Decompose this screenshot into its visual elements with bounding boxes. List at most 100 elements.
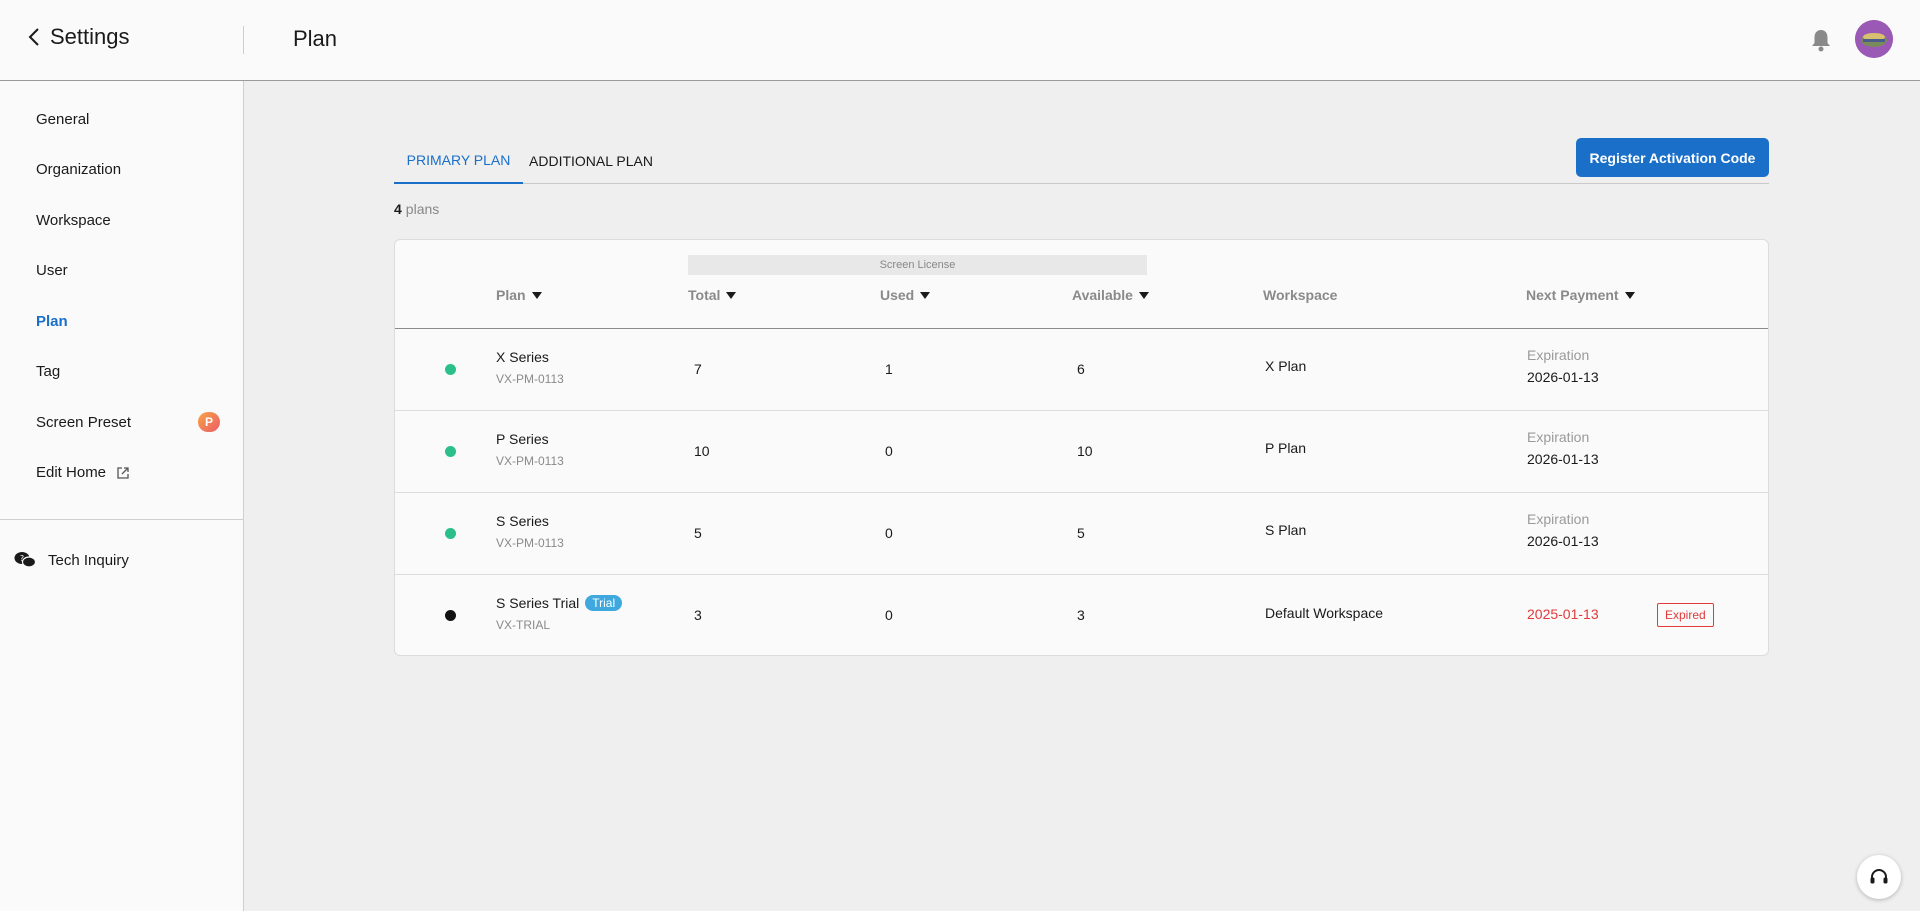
workspace-value: Default Workspace xyxy=(1265,605,1384,621)
plan-table: Screen License Plan Total Used Available… xyxy=(394,239,1769,656)
plan-count-number: 4 xyxy=(394,201,402,217)
column-header-total[interactable]: Total xyxy=(688,287,737,303)
used-value: 0 xyxy=(885,443,893,459)
premium-badge: P xyxy=(198,412,220,432)
expiration-label: Expiration xyxy=(1527,429,1590,445)
plan-name-text: S Series Trial xyxy=(496,595,580,611)
register-activation-code-button[interactable]: Register Activation Code xyxy=(1576,138,1769,177)
plan-tabs: PRIMARY PLAN ADDITIONAL PLAN xyxy=(394,137,1769,184)
chevron-left-icon xyxy=(28,28,39,46)
table-row[interactable]: X Series VX-PM-0113 7 1 6 X Plan Expirat… xyxy=(395,329,1768,411)
table-row[interactable]: S Series Trial Trial VX-TRIAL 3 0 3 Defa… xyxy=(395,575,1768,657)
headset-icon xyxy=(1870,869,1888,884)
sidebar-item-label: Screen Preset xyxy=(36,414,132,431)
expiration-label: Expiration xyxy=(1527,347,1590,363)
sidebar-item-user[interactable]: User xyxy=(36,262,68,279)
tech-inquiry-label: Tech Inquiry xyxy=(48,551,129,569)
page-title: Plan xyxy=(293,26,338,51)
bell-icon[interactable] xyxy=(1810,28,1832,52)
status-dot xyxy=(445,528,456,539)
sort-down-icon xyxy=(1624,291,1635,299)
sidebar-item-label: User xyxy=(36,262,68,279)
sidebar: General Organization Workspace User Plan… xyxy=(0,81,244,911)
tab-primary-plan[interactable]: PRIMARY PLAN xyxy=(394,137,523,184)
column-header-label: Workspace xyxy=(1263,287,1338,303)
expiration-date: 2026-01-13 xyxy=(1527,369,1599,385)
avatar[interactable] xyxy=(1855,20,1893,58)
expired-badge: Expired xyxy=(1657,603,1714,627)
sort-down-icon xyxy=(531,291,542,299)
sidebar-item-label: General xyxy=(36,111,90,128)
used-value: 1 xyxy=(885,361,893,377)
sidebar-item-plan[interactable]: Plan xyxy=(36,313,68,330)
column-header-label: Used xyxy=(880,287,915,303)
status-dot xyxy=(445,610,456,621)
expiration-date: 2025-01-13 xyxy=(1527,606,1599,622)
plan-name-text: X Series xyxy=(496,349,549,365)
sidebar-item-label: Tag xyxy=(36,363,61,380)
settings-title: Settings xyxy=(50,24,130,49)
plan-count-unit: plans xyxy=(405,201,440,217)
column-header-workspace: Workspace xyxy=(1263,287,1337,303)
column-header-available[interactable]: Available xyxy=(1072,287,1149,303)
plan-name: S Series Trial Trial xyxy=(496,595,623,611)
column-header-next-payment[interactable]: Next Payment xyxy=(1526,287,1635,303)
column-header-label: Plan xyxy=(496,287,526,303)
plan-code: VX-TRIAL xyxy=(496,618,551,632)
sidebar-item-workspace[interactable]: Workspace xyxy=(36,212,111,229)
support-button[interactable] xyxy=(1857,855,1901,899)
tech-inquiry-link[interactable]: ? Tech Inquiry xyxy=(14,551,129,569)
column-header-used[interactable]: Used xyxy=(880,287,931,303)
plan-name: S Series xyxy=(496,513,549,529)
plan-count: 4 plans xyxy=(394,201,439,217)
sidebar-item-label: Organization xyxy=(36,161,122,178)
avatar-image-icon xyxy=(1855,20,1893,58)
status-dot xyxy=(445,446,456,457)
plan-name: X Series xyxy=(496,349,549,365)
sidebar-item-label: Plan xyxy=(36,313,68,330)
used-value: 0 xyxy=(885,525,893,541)
table-row[interactable]: P Series VX-PM-0113 10 0 10 P Plan Expir… xyxy=(395,411,1768,493)
sidebar-item-organization[interactable]: Organization xyxy=(36,161,121,178)
plan-code: VX-PM-0113 xyxy=(496,536,564,550)
chat-bubbles-icon: ? xyxy=(14,552,36,568)
sidebar-item-label: Edit Home xyxy=(36,464,107,481)
available-value: 6 xyxy=(1077,361,1085,377)
total-value: 7 xyxy=(694,361,702,377)
sort-down-icon xyxy=(726,291,737,299)
status-dot xyxy=(445,364,456,375)
svg-text:?: ? xyxy=(20,554,24,563)
workspace-value: X Plan xyxy=(1265,358,1307,374)
available-value: 3 xyxy=(1077,607,1085,623)
sidebar-item-general[interactable]: General xyxy=(36,111,89,128)
screen-license-group-header: Screen License xyxy=(688,255,1147,275)
total-value: 10 xyxy=(694,443,710,459)
top-header: Settings Plan xyxy=(0,0,1920,81)
total-value: 3 xyxy=(694,607,702,623)
table-row[interactable]: S Series VX-PM-0113 5 0 5 S Plan Expirat… xyxy=(395,493,1768,575)
tab-additional-plan[interactable]: ADDITIONAL PLAN xyxy=(523,137,659,184)
sort-down-icon xyxy=(1138,291,1149,299)
sidebar-item-edit-home[interactable]: Edit Home xyxy=(36,464,130,481)
expiration-label: Expiration xyxy=(1527,511,1590,527)
sidebar-item-screen-preset[interactable]: Screen Preset xyxy=(36,414,131,431)
available-value: 10 xyxy=(1077,443,1093,459)
plan-code: VX-PM-0113 xyxy=(496,372,564,386)
plan-name-text: P Series xyxy=(496,431,549,447)
expiration-date: 2026-01-13 xyxy=(1527,533,1599,549)
sidebar-item-label: Workspace xyxy=(36,212,111,229)
sidebar-item-tag[interactable]: Tag xyxy=(36,363,60,380)
plan-name-text: S Series xyxy=(496,513,549,529)
column-header-label: Available xyxy=(1072,287,1133,303)
trial-badge: Trial xyxy=(585,595,623,611)
back-button[interactable]: Settings xyxy=(26,24,130,50)
column-header-label: Next Payment xyxy=(1526,287,1619,303)
sidebar-divider xyxy=(0,519,243,520)
column-header-label: Total xyxy=(688,287,721,303)
used-value: 0 xyxy=(885,607,893,623)
workspace-value: S Plan xyxy=(1265,522,1307,538)
plan-code: VX-PM-0113 xyxy=(496,454,564,468)
total-value: 5 xyxy=(694,525,702,541)
plan-name: P Series xyxy=(496,431,549,447)
column-header-plan[interactable]: Plan xyxy=(496,287,542,303)
